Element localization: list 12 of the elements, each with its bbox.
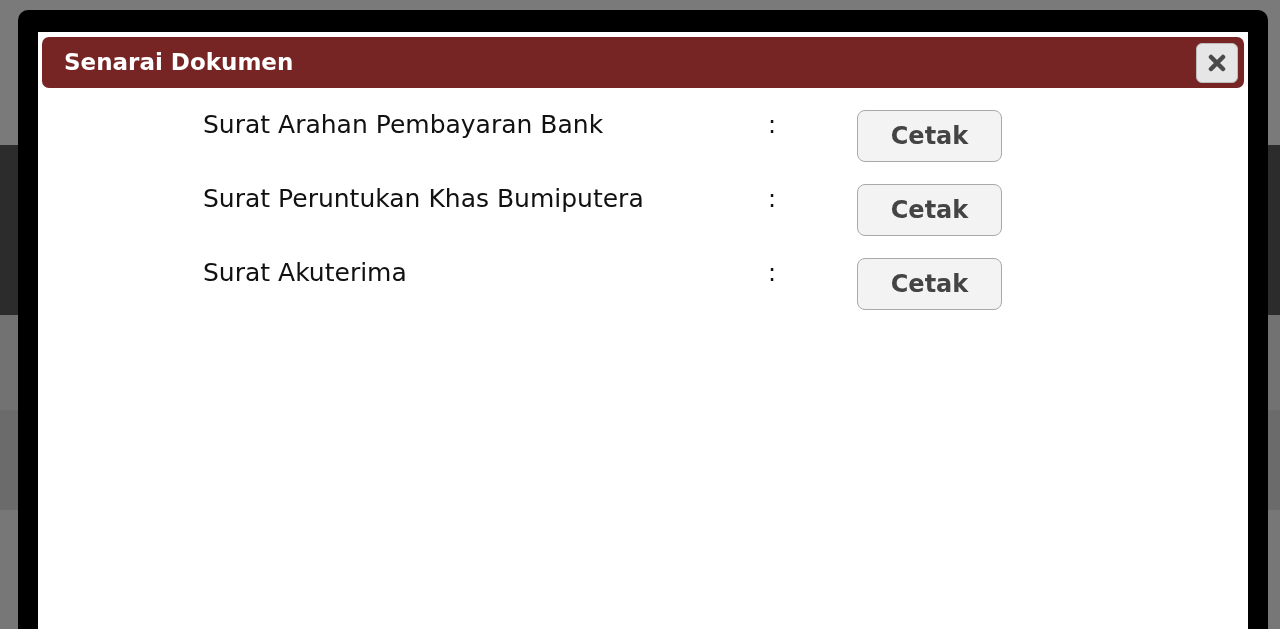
separator-colon: : xyxy=(768,110,778,140)
print-button[interactable]: Cetak xyxy=(857,110,1002,162)
document-name: Surat Arahan Pembayaran Bank xyxy=(203,110,605,140)
separator-colon: : xyxy=(768,184,778,214)
separator-colon: : xyxy=(768,258,778,288)
dialog-title: Senarai Dokumen xyxy=(64,51,294,74)
close-icon xyxy=(1208,53,1226,72)
print-button[interactable]: Cetak xyxy=(857,258,1002,310)
document-name: Surat Peruntukan Khas Bumiputera xyxy=(203,184,645,214)
close-button[interactable] xyxy=(1196,42,1238,83)
document-name: Surat Akuterima xyxy=(203,258,408,288)
print-button[interactable]: Cetak xyxy=(857,184,1002,236)
